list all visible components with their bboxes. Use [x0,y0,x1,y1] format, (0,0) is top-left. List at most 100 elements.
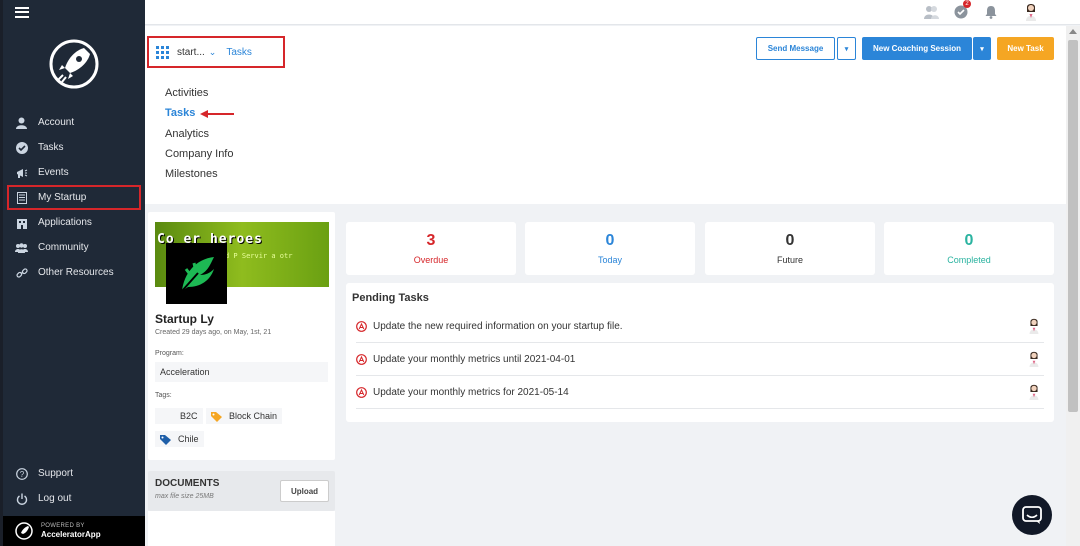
user-avatar-icon[interactable] [1022,3,1040,21]
notification-count-badge: 2 [963,0,971,8]
sidebar-item-label: Other Resources [38,267,114,278]
power-icon [15,492,28,505]
sidebar-item-my-startup[interactable]: My Startup [7,185,141,210]
tag-block-chain: Block Chain [206,408,283,424]
sidebar-item-label: Events [38,167,69,178]
tag-b2c: B2C [155,408,203,424]
documents-list [148,511,335,546]
send-message-dropdown-button[interactable]: ▾ [837,37,856,60]
alert-circle-icon [356,353,367,365]
stat-today[interactable]: 0 Today [525,222,695,275]
tag-orange-icon [211,411,222,422]
assignee-avatar-icon [1029,351,1039,367]
sidebar-item-support[interactable]: ? Support [3,461,145,486]
sidebar-bottom: ? Support Log out [3,461,145,511]
sidebar-item-logout[interactable]: Log out [3,486,145,511]
sidebar-item-community[interactable]: Community [3,235,145,260]
pending-task-row[interactable]: Update your monthly metrics until 2021-0… [356,343,1044,376]
pending-task-text: Update the new required information on y… [373,320,623,332]
powered-by-footer[interactable]: POWERED BY AcceleratorApp [3,516,145,546]
banner-subtext: d P Servir a otr [225,252,293,260]
stat-overdue[interactable]: 3 Overdue [346,222,516,275]
subnav-company-info[interactable]: Company Info [165,147,233,167]
new-coaching-session-button[interactable]: New Coaching Session [862,37,972,60]
question-icon: ? [15,467,28,480]
documents-max-size: max file size 25MB [155,493,214,500]
apps-grid-icon[interactable] [156,45,169,59]
tags-label: Tags: [155,392,172,399]
documents-title: DOCUMENTS [155,478,220,489]
sidebar-item-tasks[interactable]: Tasks [3,135,145,160]
tag-label: Chile [178,434,199,444]
rocket-logo-icon [49,39,99,89]
chat-launcher-button[interactable] [1012,495,1052,535]
user-icon [15,116,28,129]
leaf-logo-icon [180,256,214,292]
stat-label: Today [597,255,623,265]
sidebar-item-label: Account [38,117,75,128]
link-icon [15,266,28,279]
header-panel: start... ⌄ Tasks Activities Tasks Analyt… [145,26,1066,204]
stat-future[interactable]: 0 Future [705,222,875,275]
assignee-avatar-icon [1029,384,1039,400]
bell-icon[interactable] [982,3,1000,21]
stat-label: Future [776,255,803,265]
subnav-milestones[interactable]: Milestones [165,167,233,187]
alert-circle-icon [356,320,367,332]
pending-task-text: Update your monthly metrics for 2021-05-… [373,386,569,398]
sidebar-nav: Account Tasks Events My Startup Applicat… [3,110,145,285]
hamburger-menu-icon[interactable] [15,6,29,18]
startup-logo [166,243,227,304]
stat-completed[interactable]: 0 Completed [884,222,1054,275]
stat-label: Overdue [413,255,449,265]
alert-circle-icon [356,386,367,398]
users-icon[interactable] [922,3,940,21]
subnav-analytics[interactable]: Analytics [165,127,233,147]
pending-task-row[interactable]: Update the new required information on y… [356,310,1044,343]
pending-tasks-title: Pending Tasks [352,292,429,304]
red-arrow-annotation-icon [200,110,234,118]
powered-by-brand: AcceleratorApp [41,530,101,539]
sidebar-item-events[interactable]: Events [3,160,145,185]
sidebar-item-label: My Startup [38,192,87,203]
sidebar-item-label: Community [38,242,89,253]
stat-value: 0 [964,232,974,249]
sidebar: Account Tasks Events My Startup Applicat… [0,0,145,546]
tasks-check-icon[interactable]: 2 [952,0,971,21]
pending-task-row[interactable]: Update your monthly metrics for 2021-05-… [356,376,1044,409]
sidebar-item-label: Support [38,468,74,479]
stat-label: Completed [947,255,991,265]
document-icon [15,191,28,204]
startup-name: Startup Ly [155,312,214,326]
assignee-avatar-icon [1029,318,1039,334]
tag-label: Block Chain [229,411,278,421]
sidebar-item-applications[interactable]: Applications [3,210,145,235]
new-task-button[interactable]: New Task [997,37,1054,60]
tag-blue-icon [160,434,171,445]
check-circle-icon [15,141,28,154]
startup-created-date: Created 29 days ago, on May, 1st, 21 [155,329,272,336]
sidebar-item-other-resources[interactable]: Other Resources [3,260,145,285]
sidebar-item-account[interactable]: Account [3,110,145,135]
stat-value: 0 [785,232,795,249]
scroll-up-arrow-icon[interactable] [1069,29,1077,34]
stat-value: 0 [605,232,615,249]
chevron-down-icon[interactable]: ⌄ [209,47,217,58]
upload-button[interactable]: Upload [280,480,329,502]
pending-task-text: Update your monthly metrics until 2021-0… [373,353,576,365]
svg-text:?: ? [19,469,24,478]
program-label: Program: [155,350,184,357]
top-bar: 2 [145,0,1080,25]
breadcrumb: start... ⌄ Tasks [147,36,285,68]
building-icon [15,216,28,229]
program-value: Acceleration [155,362,328,382]
scrollbar-thumb[interactable] [1068,40,1078,412]
tag-label: B2C [180,411,198,421]
pending-tasks-panel: Pending Tasks Update the new required in… [346,283,1054,422]
send-message-button[interactable]: Send Message [756,37,835,60]
sidebar-item-label: Tasks [38,142,64,153]
subnav-activities[interactable]: Activities [165,86,233,106]
breadcrumb-startup[interactable]: start... [177,47,205,58]
new-coaching-dropdown-button[interactable]: ▾ [973,37,991,60]
breadcrumb-current[interactable]: Tasks [226,47,252,58]
